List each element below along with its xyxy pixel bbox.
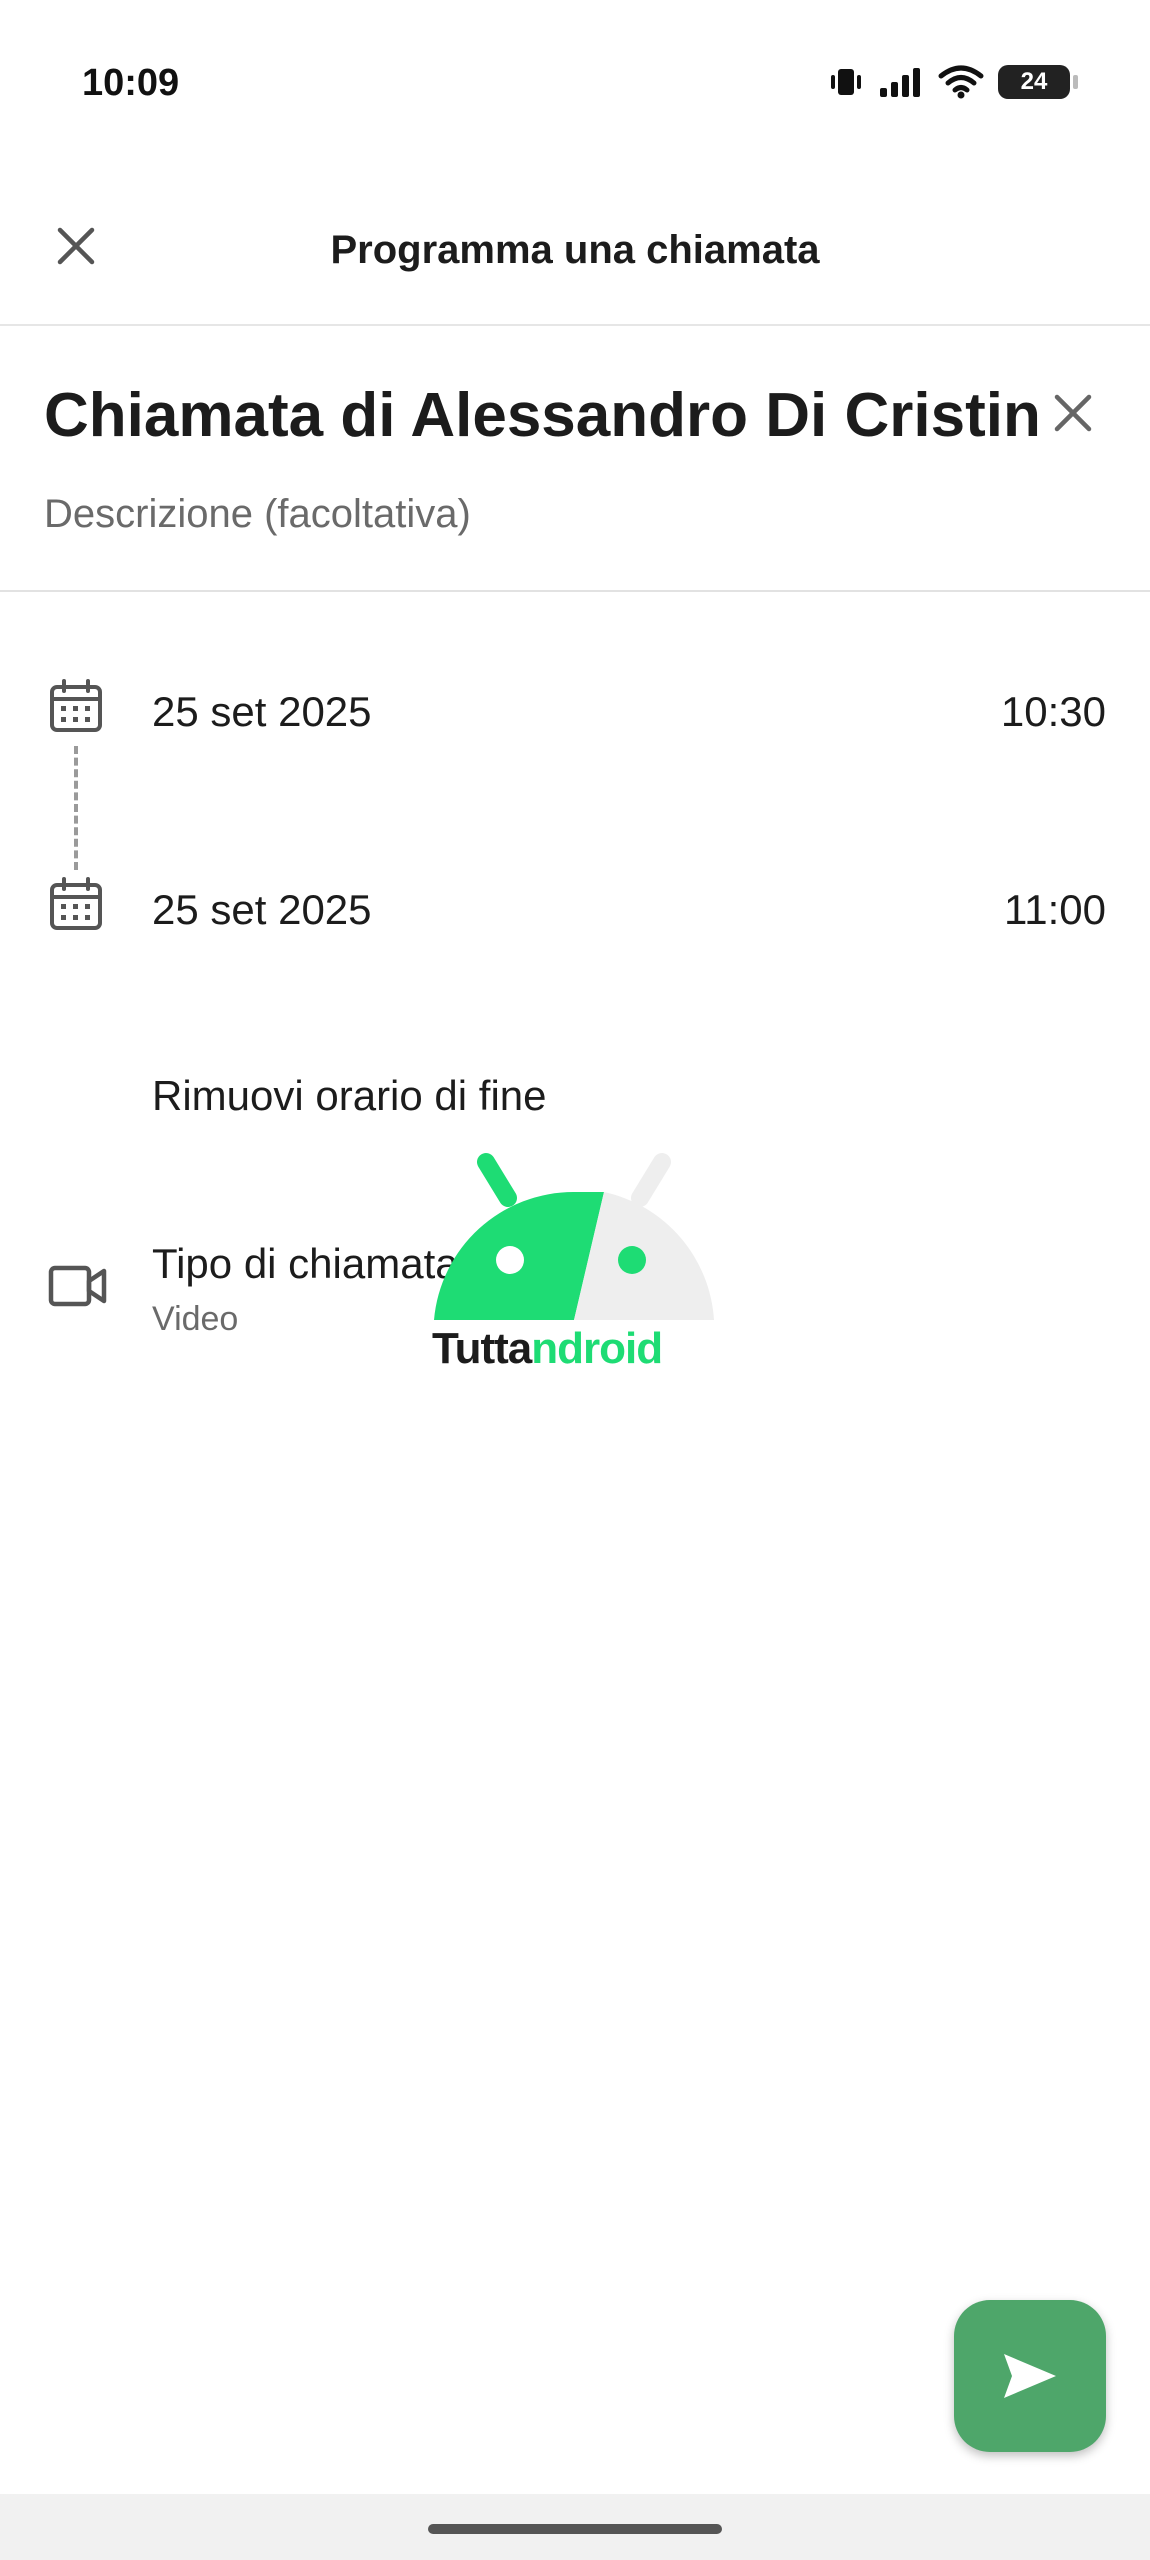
end-datetime-row: 25 set 2025 11:00 — [0, 868, 1150, 948]
watermark-text-dark: Tutta — [432, 1324, 532, 1373]
status-bar: 10:09 24 — [0, 0, 1150, 170]
top-app-bar: Programma una chiamata — [0, 190, 1150, 326]
status-icons: 24 — [828, 64, 1078, 100]
start-datetime-row: 25 set 2025 10:30 — [0, 670, 1150, 750]
vibrate-icon — [831, 69, 861, 95]
start-date[interactable]: 25 set 2025 — [152, 688, 372, 736]
start-time[interactable]: 10:30 — [1001, 688, 1106, 736]
home-gesture-handle[interactable] — [428, 2524, 722, 2534]
page-title: Programma una chiamata — [330, 228, 820, 272]
battery-level: 24 — [1020, 68, 1048, 95]
status-time: 10:09 — [82, 62, 180, 104]
watermark-text-green: ndroid — [531, 1324, 663, 1373]
call-type-value: Video — [152, 1300, 239, 1338]
watermark-text: Tuttandroid — [432, 1324, 716, 1374]
event-title-section: Chiamata di Alessandro Di Cristina Descr… — [0, 326, 1150, 592]
wifi-icon — [938, 65, 984, 99]
signal-icon — [880, 68, 920, 97]
send-button[interactable] — [954, 2300, 1106, 2452]
clear-title-icon[interactable] — [1048, 388, 1098, 438]
android-logo-icon — [434, 1153, 714, 1320]
timeline-connector — [74, 746, 78, 870]
call-type-label[interactable]: Tipo di chiamata — [152, 1240, 459, 1288]
remove-end-time-button[interactable]: Rimuovi orario di fine — [152, 1072, 547, 1120]
end-time[interactable]: 11:00 — [1004, 886, 1106, 934]
tuttoandroid-watermark: Tuttandroid — [432, 1152, 716, 1382]
video-camera-icon — [48, 1265, 107, 1307]
calendar-icon — [50, 877, 102, 930]
navigation-bar — [0, 2494, 1150, 2560]
send-icon — [1004, 2354, 1056, 2398]
description-input[interactable]: Descrizione (facoltativa) — [44, 492, 471, 537]
calendar-icon — [50, 679, 102, 732]
event-title-input[interactable]: Chiamata di Alessandro Di Cristina — [44, 380, 1039, 451]
end-date[interactable]: 25 set 2025 — [152, 886, 372, 934]
battery-icon: 24 — [998, 65, 1078, 99]
